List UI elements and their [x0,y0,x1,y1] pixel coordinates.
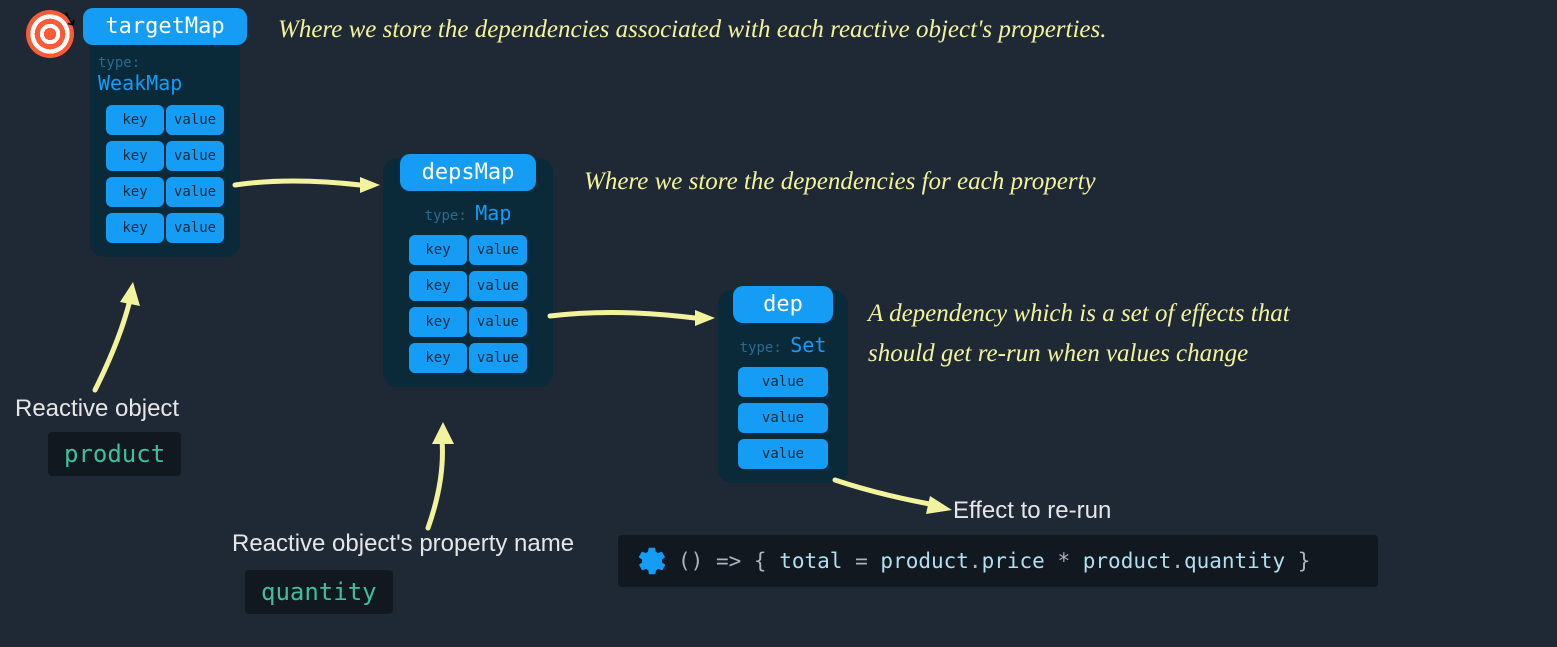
depsmap-description: Where we store the dependencies for each… [584,168,1096,196]
table-row: keyvalue [106,105,224,135]
dep-description-line1: A dependency which is a set of effects t… [868,300,1290,328]
table-row: keyvalue [409,307,527,337]
dep-description-line2: should get re-run when values change [868,340,1248,368]
effect-label: Effect to re-run [953,497,1111,525]
table-row: keyvalue [106,141,224,171]
depsmap-card: depsMap type: Map keyvalue keyvalue keyv… [383,158,553,387]
reactive-object-code: product [48,432,181,476]
table-row: keyvalue [409,235,527,265]
arrow-depsmap-to-dep [545,298,725,338]
list-item: value [738,439,828,469]
arrow-product-to-targetmap [80,280,160,400]
property-name-label: Reactive object's property name [232,530,574,558]
table-row: keyvalue [409,271,527,301]
table-row: keyvalue [106,213,224,243]
depsmap-title: depsMap [400,154,537,191]
targetmap-description: Where we store the dependencies associat… [278,16,1107,44]
list-item: value [738,403,828,433]
targetmap-type: type: WeakMap [98,55,232,95]
gear-icon [636,545,668,577]
dep-type: type: Set [740,333,827,357]
arrow-quantity-to-depsmap [410,420,490,535]
property-name-code: quantity [245,570,393,614]
table-row: keyvalue [106,177,224,207]
dep-card: dep type: Set value value value [718,290,848,483]
dep-title: dep [733,286,833,323]
list-item: value [738,367,828,397]
target-icon: ↘ [26,10,74,58]
depsmap-type: type: Map [425,201,512,225]
table-row: keyvalue [409,343,527,373]
arrow-targetmap-to-depsmap [230,165,390,205]
targetmap-card: targetMap type: WeakMap keyvalue keyvalu… [90,12,240,257]
effect-code: () => { total = product.price * product.… [618,535,1378,587]
arrow-dep-to-effect [830,470,960,530]
targetmap-title: targetMap [83,8,246,45]
